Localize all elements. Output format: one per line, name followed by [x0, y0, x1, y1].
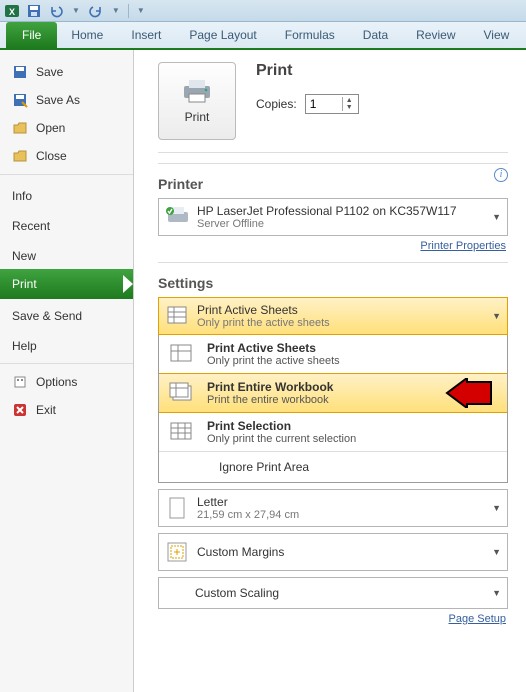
tab-data[interactable]: Data [349, 22, 402, 48]
ribbon-tabs: File Home Insert Page Layout Formulas Da… [0, 22, 526, 50]
margins-icon [165, 540, 189, 564]
sheets-icon [165, 304, 189, 328]
print-what-title: Print Active Sheets [197, 303, 330, 317]
paper-title: Letter [197, 495, 299, 509]
chevron-down-icon: ▼ [492, 503, 501, 513]
tab-insert[interactable]: Insert [117, 22, 175, 48]
sidebar-item-open[interactable]: Open [0, 114, 133, 142]
qat-separator [128, 4, 129, 18]
printer-section-title: Printer [158, 176, 508, 192]
option-ignore-print-area[interactable]: Ignore Print Area [159, 452, 507, 482]
margins-selector[interactable]: Custom Margins ▼ [158, 533, 508, 571]
scaling-selector[interactable]: Custom Scaling ▼ [158, 577, 508, 609]
save-icon [12, 64, 28, 80]
tab-home[interactable]: Home [57, 22, 117, 48]
selection-icon [167, 420, 197, 444]
printer-selector[interactable]: HP LaserJet Professional P1102 on KC357W… [158, 198, 508, 236]
printer-properties-link[interactable]: Printer Properties [160, 240, 506, 252]
sidebar-item-save[interactable]: Save [0, 58, 133, 86]
close-folder-icon [12, 148, 28, 164]
print-what-dropdown: Print Active Sheets Only print the activ… [158, 335, 508, 483]
sheets-icon [167, 342, 197, 366]
exit-icon [12, 402, 28, 418]
quick-access-toolbar: X ▼ ▼ ▼ [0, 0, 526, 22]
sidebar-item-new[interactable]: New [0, 239, 133, 269]
chevron-down-icon: ▼ [492, 311, 501, 321]
sidebar-item-options[interactable]: Options [0, 368, 133, 396]
printer-device-icon [165, 205, 189, 229]
options-icon [12, 374, 28, 390]
print-backstage-content: Print Print Copies: ▲▼ i Printer [134, 50, 526, 692]
sidebar-item-close[interactable]: Close [0, 142, 133, 170]
paper-icon [165, 496, 189, 520]
copies-label: Copies: [256, 97, 297, 111]
save-icon[interactable] [26, 3, 42, 19]
printer-icon [180, 78, 214, 104]
tab-review[interactable]: Review [402, 22, 469, 48]
option-title: Print Entire Workbook [207, 380, 333, 394]
sidebar-item-label: Save [36, 65, 63, 79]
option-sub: Only print the current selection [207, 433, 356, 445]
settings-section-title: Settings [158, 275, 508, 291]
scaling-title: Custom Scaling [195, 586, 279, 600]
sidebar-item-label: Exit [36, 403, 56, 417]
workbook-icon [167, 381, 197, 405]
chevron-down-icon: ▼ [492, 547, 501, 557]
sidebar-item-label: Print [12, 277, 37, 291]
option-sub: Print the entire workbook [207, 394, 333, 406]
tab-page-layout[interactable]: Page Layout [175, 22, 270, 48]
option-print-active-sheets[interactable]: Print Active Sheets Only print the activ… [159, 335, 507, 373]
print-button-label: Print [185, 110, 210, 124]
printer-info-icon[interactable]: i [494, 168, 508, 182]
printer-name: HP LaserJet Professional P1102 on KC357W… [197, 204, 457, 218]
page-title: Print [256, 62, 359, 80]
option-title: Print Active Sheets [207, 341, 340, 355]
redo-icon[interactable] [88, 3, 104, 19]
sidebar-item-save-send[interactable]: Save & Send [0, 299, 133, 329]
undo-icon[interactable] [48, 3, 64, 19]
sidebar-separator [0, 174, 133, 175]
option-print-selection[interactable]: Print Selection Only print the current s… [159, 413, 507, 451]
undo-dropdown-icon[interactable]: ▼ [70, 6, 82, 15]
tab-formulas[interactable]: Formulas [271, 22, 349, 48]
sidebar-item-label: Save As [36, 93, 80, 107]
sidebar-item-exit[interactable]: Exit [0, 396, 133, 424]
option-title: Print Selection [207, 419, 356, 433]
excel-icon: X [4, 3, 20, 19]
chevron-down-icon: ▼ [492, 588, 501, 598]
svg-text:X: X [9, 7, 15, 17]
option-sub: Only print the active sheets [207, 355, 340, 367]
redo-dropdown-icon[interactable]: ▼ [110, 6, 122, 15]
margins-title: Custom Margins [197, 545, 284, 559]
sidebar-separator [0, 363, 133, 364]
sidebar-item-print[interactable]: Print [0, 269, 133, 299]
sidebar-item-save-as[interactable]: Save As [0, 86, 133, 114]
tab-file[interactable]: File [6, 22, 57, 48]
sidebar-item-label: Open [36, 121, 65, 135]
backstage-sidebar: Save Save As Open Close Info Recent New … [0, 50, 134, 692]
sidebar-item-recent[interactable]: Recent [0, 209, 133, 239]
open-icon [12, 120, 28, 136]
sidebar-item-info[interactable]: Info [0, 179, 133, 209]
sidebar-item-help[interactable]: Help [0, 329, 133, 359]
page-setup-link[interactable]: Page Setup [160, 613, 506, 625]
copies-input[interactable] [306, 97, 342, 111]
save-as-icon [12, 92, 28, 108]
tab-view[interactable]: View [470, 22, 524, 48]
chevron-down-icon: ▼ [492, 212, 501, 222]
printer-status: Server Offline [197, 218, 457, 230]
paper-size-selector[interactable]: Letter 21,59 cm x 27,94 cm ▼ [158, 489, 508, 527]
paper-sub: 21,59 cm x 27,94 cm [197, 509, 299, 521]
option-print-entire-workbook[interactable]: Print Entire Workbook Print the entire w… [159, 373, 507, 413]
print-what-selector[interactable]: Print Active Sheets Only print the activ… [158, 297, 508, 335]
qat-customize-icon[interactable]: ▼ [135, 6, 147, 15]
sidebar-item-label: Options [36, 375, 77, 389]
copies-spinner[interactable]: ▲▼ [305, 94, 359, 114]
print-button[interactable]: Print [158, 62, 236, 140]
sidebar-item-label: Close [36, 149, 67, 163]
print-what-sub: Only print the active sheets [197, 317, 330, 329]
tutorial-arrow-icon [445, 378, 493, 408]
spinner-arrows-icon[interactable]: ▲▼ [342, 97, 356, 111]
